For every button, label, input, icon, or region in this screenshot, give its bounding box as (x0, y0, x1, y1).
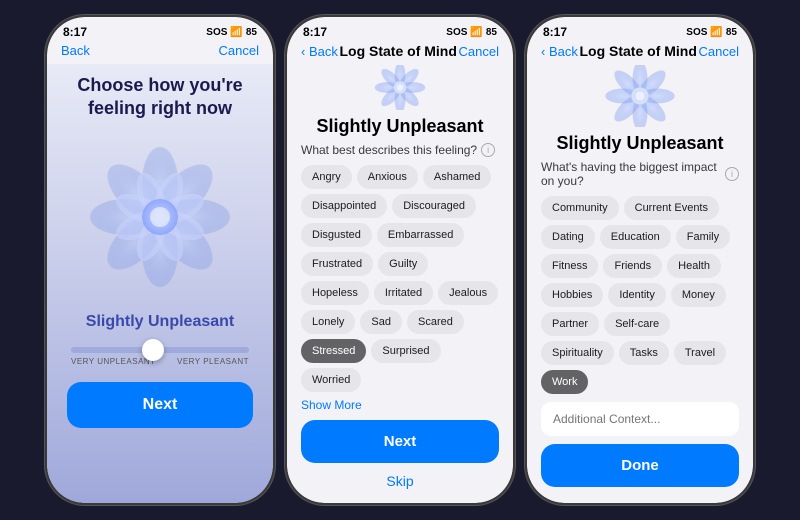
tag-scared[interactable]: Scared (407, 310, 464, 334)
time-3: 8:17 (543, 25, 567, 39)
show-more-button[interactable]: Show More (301, 398, 362, 412)
nav-title-2: Log State of Mind (339, 43, 456, 59)
nav-bar-3: ‹ Back Log State of Mind Cancel (527, 41, 753, 65)
question-row-2: What best describes this feeling? i (301, 143, 499, 157)
battery-3: 85 (726, 27, 737, 38)
slider-1[interactable]: VERY UNPLEASANT VERY PLEASANT (67, 347, 253, 366)
status-icons-2: SOS 📶 85 (446, 27, 497, 38)
phone1-content: Choose how you're feeling right now (47, 64, 273, 503)
tag-self-care[interactable]: Self-care (604, 312, 670, 336)
feeling-title: Choose how you're feeling right now (67, 74, 253, 121)
tag-identity[interactable]: Identity (608, 283, 665, 307)
tag-family[interactable]: Family (676, 225, 730, 249)
tags-container-2: Angry Anxious Ashamed Disappointed Disco… (301, 165, 499, 392)
tag-anxious[interactable]: Anxious (357, 165, 418, 189)
wifi-icon-3: 📶 (710, 27, 722, 38)
tag-money[interactable]: Money (671, 283, 726, 307)
tag-hobbies[interactable]: Hobbies (541, 283, 603, 307)
signal-2: SOS (446, 27, 467, 38)
cancel-button-2[interactable]: Cancel (459, 44, 499, 59)
tag-embarrassed[interactable]: Embarrassed (377, 223, 464, 247)
nav-bar-2: ‹ Back Log State of Mind Cancel (287, 41, 513, 65)
phone3-content: Slightly Unpleasant What's having the bi… (527, 65, 753, 503)
tag-disgusted[interactable]: Disgusted (301, 223, 372, 247)
state-title-3: Slightly Unpleasant (556, 133, 723, 154)
cancel-button-1[interactable]: Cancel (219, 43, 259, 58)
tags-container-3: Community Current Events Dating Educatio… (541, 196, 739, 394)
signal-3: SOS (686, 27, 707, 38)
time-1: 8:17 (63, 25, 87, 39)
tag-lonely[interactable]: Lonely (301, 310, 355, 334)
tag-travel[interactable]: Travel (674, 341, 726, 365)
tag-discouraged[interactable]: Discouraged (392, 194, 476, 218)
question-text-3: What's having the biggest impact on you? (541, 160, 721, 188)
tag-spirituality[interactable]: Spirituality (541, 341, 614, 365)
tag-irritated[interactable]: Irritated (374, 281, 433, 305)
tag-education[interactable]: Education (600, 225, 671, 249)
tag-frustrated[interactable]: Frustrated (301, 252, 373, 276)
tag-health[interactable]: Health (667, 254, 721, 278)
tag-guilty[interactable]: Guilty (378, 252, 428, 276)
battery-1: 85 (246, 27, 257, 38)
question-text-2: What best describes this feeling? (301, 143, 477, 157)
back-button-1[interactable]: Back (61, 43, 90, 58)
flower-2 (365, 65, 435, 110)
phone-2: 8:17 SOS 📶 85 ‹ Back Log State of Mind C… (285, 15, 515, 505)
tag-friends[interactable]: Friends (603, 254, 662, 278)
tag-partner[interactable]: Partner (541, 312, 599, 336)
cancel-button-3[interactable]: Cancel (699, 44, 739, 59)
next-button-2[interactable]: Next (301, 420, 499, 463)
next-button-1[interactable]: Next (67, 382, 253, 428)
flower-3 (605, 65, 675, 127)
time-2: 8:17 (303, 25, 327, 39)
tag-current-events[interactable]: Current Events (624, 196, 719, 220)
nav-title-3: Log State of Mind (579, 43, 696, 59)
info-icon-3[interactable]: i (725, 167, 739, 181)
status-bar-2: 8:17 SOS 📶 85 (287, 17, 513, 41)
flower-1 (80, 137, 240, 297)
phones-container: 8:17 SOS 📶 85 Back Cancel Choose how you… (35, 5, 765, 515)
phone-3: 8:17 SOS 📶 85 ‹ Back Log State of Mind C… (525, 15, 755, 505)
tag-hopeless[interactable]: Hopeless (301, 281, 369, 305)
state-title-2: Slightly Unpleasant (316, 116, 483, 137)
status-bar-3: 8:17 SOS 📶 85 (527, 17, 753, 41)
tag-jealous[interactable]: Jealous (438, 281, 498, 305)
tag-community[interactable]: Community (541, 196, 619, 220)
additional-context-input[interactable] (541, 402, 739, 436)
tag-work[interactable]: Work (541, 370, 588, 394)
tag-angry[interactable]: Angry (301, 165, 352, 189)
wifi-icon-2: 📶 (470, 27, 482, 38)
skip-button[interactable]: Skip (382, 469, 417, 493)
tag-stressed[interactable]: Stressed (301, 339, 366, 363)
battery-2: 85 (486, 27, 497, 38)
slider-label-left: VERY UNPLEASANT (71, 357, 156, 366)
done-button[interactable]: Done (541, 444, 739, 487)
tag-sad[interactable]: Sad (360, 310, 402, 334)
state-label-1: Slightly Unpleasant (86, 313, 234, 331)
tag-surprised[interactable]: Surprised (371, 339, 440, 363)
status-icons-3: SOS 📶 85 (686, 27, 737, 38)
signal-1: SOS (206, 27, 227, 38)
tag-worried[interactable]: Worried (301, 368, 361, 392)
back-button-3[interactable]: ‹ Back (541, 44, 578, 59)
tag-ashamed[interactable]: Ashamed (423, 165, 491, 189)
info-icon-2[interactable]: i (481, 143, 495, 157)
phone2-content: Slightly Unpleasant What best describes … (287, 65, 513, 503)
back-button-2[interactable]: ‹ Back (301, 44, 338, 59)
status-icons-1: SOS 📶 85 (206, 27, 257, 38)
tag-dating[interactable]: Dating (541, 225, 595, 249)
tag-fitness[interactable]: Fitness (541, 254, 598, 278)
question-row-3: What's having the biggest impact on you?… (541, 160, 739, 188)
phone-1: 8:17 SOS 📶 85 Back Cancel Choose how you… (45, 15, 275, 505)
nav-bar-1: Back Cancel (47, 41, 273, 64)
slider-label-right: VERY PLEASANT (177, 357, 249, 366)
tag-disappointed[interactable]: Disappointed (301, 194, 387, 218)
tag-tasks[interactable]: Tasks (619, 341, 669, 365)
wifi-icon-1: 📶 (230, 27, 242, 38)
status-bar-1: 8:17 SOS 📶 85 (47, 17, 273, 41)
